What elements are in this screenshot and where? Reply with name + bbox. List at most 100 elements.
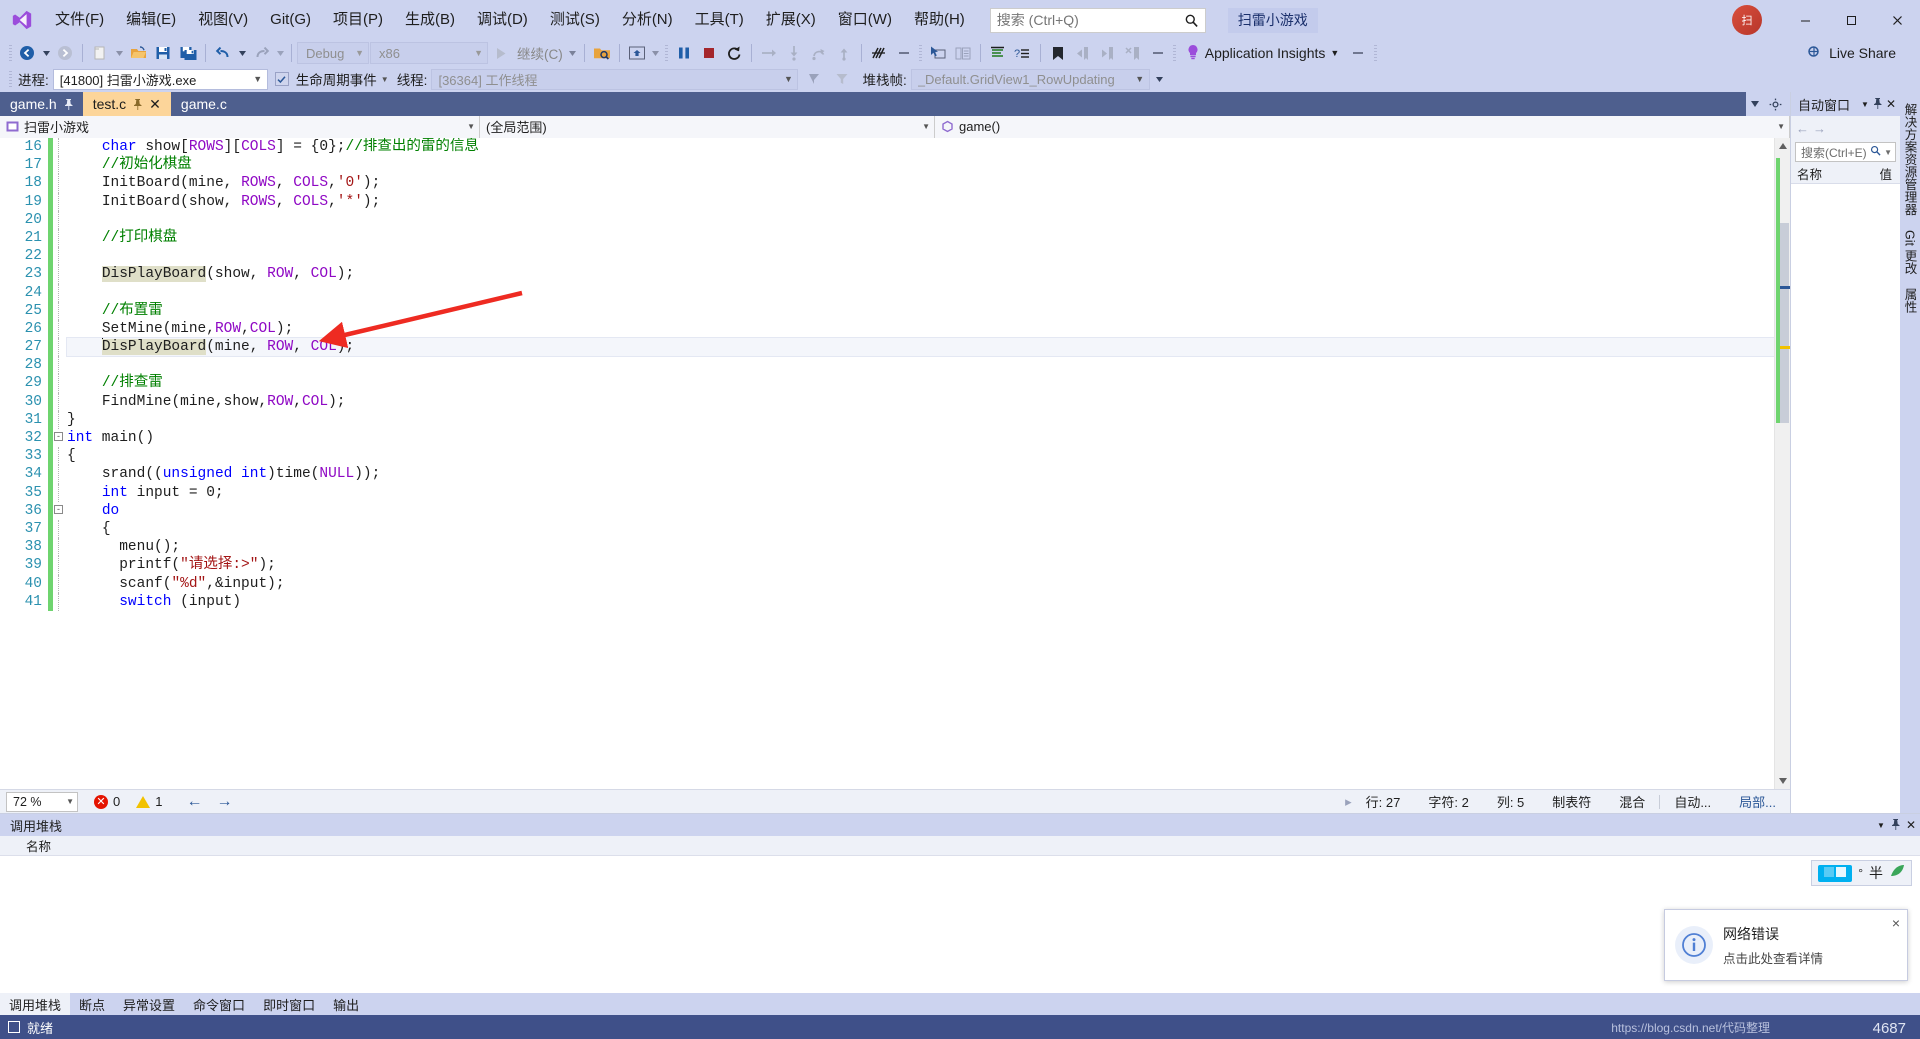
scroll-up-icon[interactable] [1775,138,1791,154]
code-line[interactable]: int main() [67,429,1774,447]
error-count[interactable]: ✕ 0 [94,794,120,809]
pin-icon[interactable] [133,98,142,110]
minimize-button[interactable] [1782,0,1828,40]
chevron-down-icon[interactable]: ▼ [381,75,389,84]
stack-frame-overflow-icon[interactable] [1154,67,1166,91]
navigate-back-icon[interactable] [15,41,39,65]
show-next-statement-dropdown-icon[interactable] [650,41,662,65]
code-line[interactable]: //初始化棋盘 [67,156,1774,174]
navigate-forward-icon[interactable]: → [1813,121,1826,136]
solution-name-chip[interactable]: 扫雷小游戏 [1227,7,1318,33]
menu-item-build[interactable]: 生成(B) [394,0,466,40]
zoom-level-combo[interactable]: 72 % ▼ [6,791,78,812]
lifecycle-events-toggle-icon[interactable] [272,67,292,91]
thread-combo[interactable]: [36364] 工作线程 ▼ [431,68,799,90]
show-next-statement-icon[interactable] [625,41,649,65]
code-line[interactable]: InitBoard(mine, ROWS, COLS,'0'); [67,174,1774,192]
rail-solution-explorer[interactable]: 解决方案资源管理器 [1899,96,1920,223]
code-line[interactable]: //布置雷 [67,302,1774,320]
code-line[interactable]: scanf("%d",&input); [67,575,1774,593]
clear-bookmarks-icon[interactable] [1121,41,1145,65]
solution-platform-combo[interactable]: x86 ▼ [370,42,488,64]
step-over-icon[interactable] [807,41,831,65]
redo-dropdown-icon[interactable] [274,41,286,65]
solution-config-combo[interactable]: Debug ▼ [297,42,369,64]
autos-search-box[interactable]: 搜索(Ctrl+E) ▼ [1795,142,1896,162]
pin-icon[interactable] [64,98,73,110]
menu-item-help[interactable]: 帮助(H) [903,0,976,40]
call-stack-body[interactable]: ° 半 [0,856,1920,993]
chevron-down-icon[interactable]: ▼ [1877,821,1885,830]
menu-item-project[interactable]: 项目(P) [322,0,394,40]
stop-debugging-icon[interactable] [697,41,721,65]
code-line[interactable] [67,247,1774,265]
project-scope-combo[interactable]: 扫雷小游戏 ▼ [0,115,480,138]
code-line[interactable]: FindMine(mine,show,ROW,COL); [67,393,1774,411]
code-line[interactable] [67,211,1774,229]
live-visual-tree-icon[interactable] [951,41,975,65]
restart-debugging-icon[interactable] [722,41,746,65]
save-all-icon[interactable] [176,41,200,65]
pin-icon[interactable] [1891,818,1900,833]
toolbar-grip[interactable] [6,44,14,62]
locals-window-tab[interactable]: 局部... [1725,792,1790,811]
continue-play-icon[interactable] [489,41,513,65]
document-settings-gear-icon[interactable] [1766,92,1784,116]
warning-count[interactable]: 1 [136,794,162,809]
close-button[interactable] [1874,0,1920,40]
code-line[interactable]: switch (input) [67,593,1774,611]
run-to-cursor-icon[interactable] [757,41,781,65]
debug-pill-icon[interactable] [1818,864,1853,882]
collapse-toolbar-icon[interactable] [1146,41,1170,65]
menu-item-git[interactable]: Git(G) [259,0,322,40]
chevron-down-icon[interactable]: ▼ [1881,148,1892,157]
type-scope-combo[interactable]: (全局范围) ▼ [480,115,935,138]
dock-tab-output[interactable]: 输出 [324,993,368,1015]
navigate-back-icon[interactable]: ← [1796,121,1809,136]
toolbar-grip[interactable] [1371,44,1379,62]
code-line[interactable]: printf("请选择:>"); [67,556,1774,574]
dock-tab-call-stack[interactable]: 调用堆栈 [0,993,71,1015]
attach-to-process-icon[interactable] [590,41,614,65]
rail-properties[interactable]: 属性 [1899,281,1920,320]
code-line[interactable]: int input = 0; [67,484,1774,502]
step-into-icon[interactable] [782,41,806,65]
menu-item-edit[interactable]: 编辑(E) [115,0,187,40]
new-item-icon[interactable] [88,41,112,65]
dock-tab-exception-settings[interactable]: 异常设置 [114,993,184,1015]
code-line[interactable]: //排查雷 [67,374,1774,392]
navigate-back-dropdown-icon[interactable] [40,41,52,65]
fold-toggle[interactable]: - [53,502,67,520]
scroll-down-icon[interactable] [1775,773,1791,789]
menu-item-analyze[interactable]: 分析(N) [611,0,684,40]
code-folding-gutter[interactable]: -- [53,138,67,789]
next-bookmark-icon[interactable] [1096,41,1120,65]
autos-window-body[interactable] [1791,184,1900,813]
tab-game-h[interactable]: game.h [0,92,83,116]
redo-icon[interactable] [249,41,273,65]
break-all-icon[interactable] [672,41,696,65]
code-line[interactable]: //打印棋盘 [67,229,1774,247]
fold-toggle[interactable]: - [53,429,67,447]
pin-icon[interactable] [1873,97,1882,112]
menu-item-debug[interactable]: 调试(D) [466,0,539,40]
user-avatar[interactable]: 扫 [1732,5,1762,35]
code-line[interactable]: srand((unsigned int)time(NULL)); [67,465,1774,483]
collapse-icon[interactable] [892,41,916,65]
process-combo[interactable]: [41800] 扫雷小游戏.exe ▼ [52,68,268,90]
continue-label[interactable]: 继续(C) [514,43,566,63]
menu-item-view[interactable]: 视图(V) [187,0,259,40]
rail-git-changes[interactable]: Git 更改 [1899,223,1920,281]
code-line[interactable] [67,356,1774,374]
notification-toast[interactable]: × 网络错误 点击此处查看详情 [1664,909,1908,981]
code-line[interactable]: char show[ROWS][COLS] = {0};//排查出的雷的信息 [67,138,1774,156]
degree-symbol-icon[interactable]: ° [1858,866,1863,880]
code-editor[interactable]: 16 17 18 19 20 21 22 23 24 25 26 27 28 29 30 31 32 33 34 35… [0,138,1774,789]
bookmark-icon[interactable] [1046,41,1070,65]
next-error-icon[interactable]: → [216,793,232,811]
toolbar-grip[interactable] [1171,44,1179,62]
tab-test-c[interactable]: test.c ✕ [82,92,171,116]
code-line[interactable]: do [67,502,1774,520]
menu-item-test[interactable]: 测试(S) [539,0,611,40]
open-file-icon[interactable] [126,41,150,65]
